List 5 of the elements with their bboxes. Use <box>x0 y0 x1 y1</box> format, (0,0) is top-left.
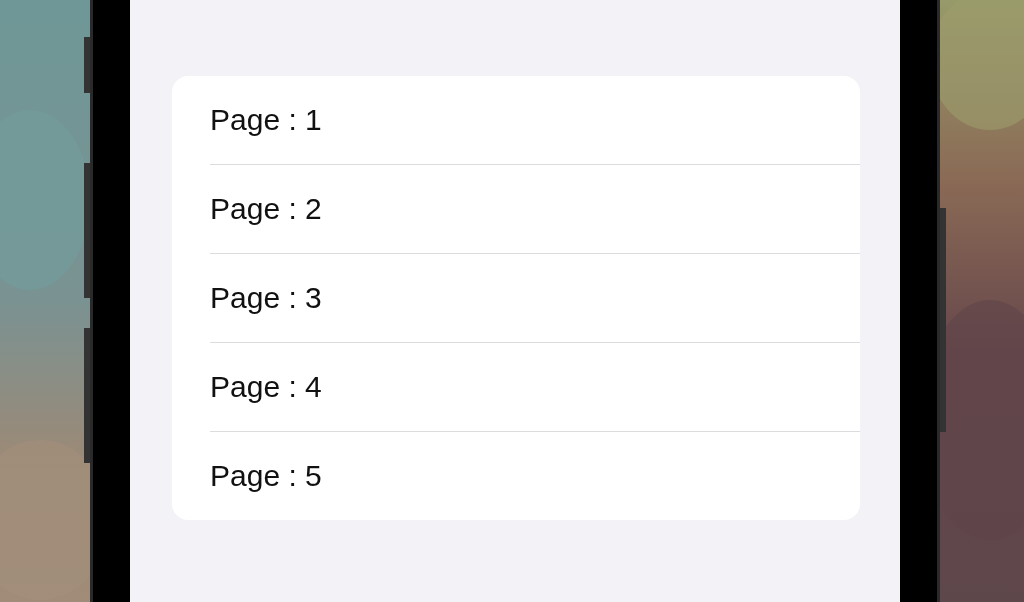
list-item[interactable]: Page : 5 <box>210 432 860 520</box>
list-item[interactable]: Page : 3 <box>210 254 860 343</box>
list-item[interactable]: Page : 2 <box>210 165 860 254</box>
list-item[interactable]: Page : 1 <box>210 76 860 165</box>
list-item[interactable]: Page : 4 <box>210 343 860 432</box>
